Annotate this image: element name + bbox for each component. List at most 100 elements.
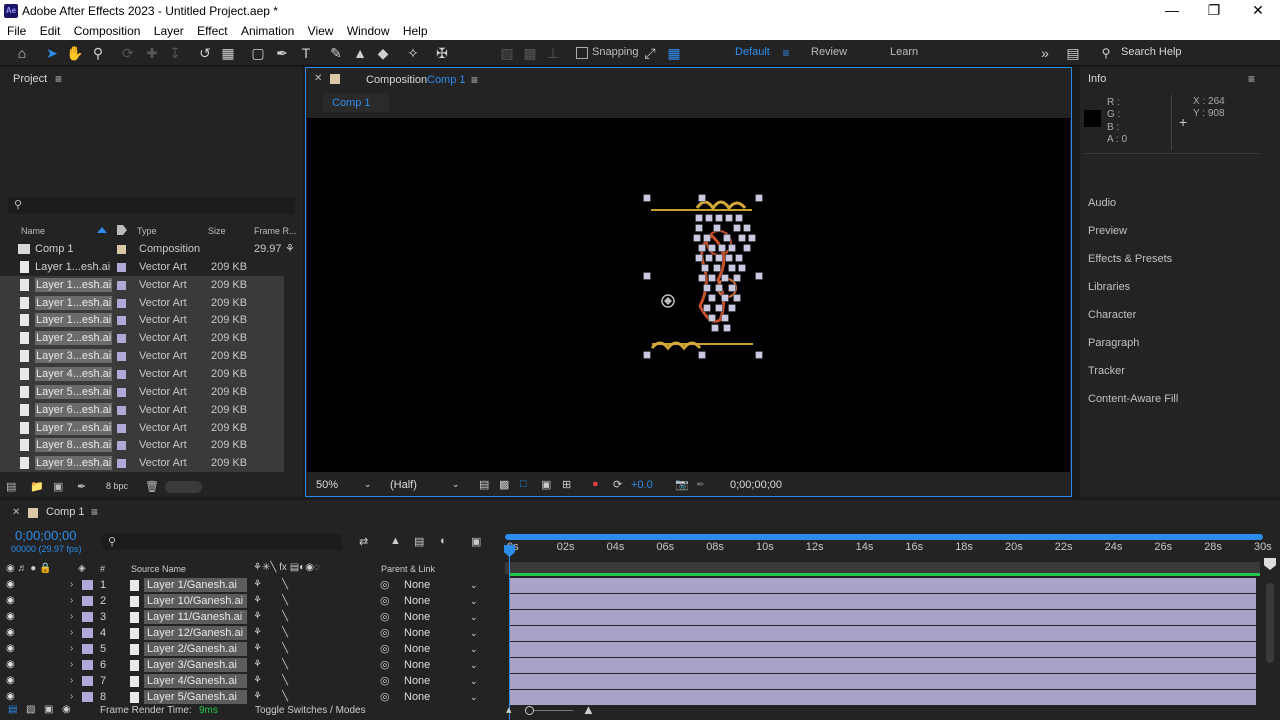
source-name-header[interactable]: Source Name: [131, 564, 186, 574]
composition-name-link[interactable]: Comp 1: [427, 68, 466, 92]
selection-handle[interactable]: [708, 274, 716, 282]
selection-handle[interactable]: [743, 224, 751, 232]
orbit-tool-icon[interactable]: ⟳: [118, 43, 138, 63]
layer-duration-bar[interactable]: [509, 674, 1256, 689]
project-item[interactable]: Layer 8...esh.ai Vector Art 209 KB: [0, 436, 284, 455]
project-item[interactable]: Layer 1...esh.ai Vector Art 209 KB: [0, 258, 284, 276]
search-help-input[interactable]: Search Help: [1121, 46, 1182, 58]
puppet-tool-icon[interactable]: ✠: [432, 43, 452, 63]
parent-dropdown[interactable]: None ⌄: [400, 674, 482, 688]
expand-chevron-icon[interactable]: ›: [70, 577, 73, 593]
selection-handle[interactable]: [715, 214, 723, 222]
comp-timecode[interactable]: 0;00;00;00: [730, 479, 782, 491]
layer-name[interactable]: Layer 4/Ganesh.ai: [144, 674, 247, 688]
shy-layers-icon[interactable]: ▤: [414, 535, 424, 548]
selection-handle[interactable]: [695, 224, 703, 232]
zoom-out-icon[interactable]: ▴: [506, 703, 512, 716]
project-item[interactable]: Layer 6...esh.ai Vector Art 209 KB: [0, 400, 284, 419]
type-tool-icon[interactable]: T: [296, 43, 316, 63]
workspace-default[interactable]: Default: [735, 46, 770, 58]
selection-handle[interactable]: [755, 351, 763, 359]
flowchart-icon[interactable]: ⚘: [285, 240, 295, 258]
timeline-layer-row[interactable]: ◉ › 7 Layer 4/Ganesh.ai ⚘ ╲ ◎ None ⌄: [0, 673, 505, 689]
visibility-eye-icon[interactable]: ◉: [6, 692, 17, 702]
selection-handle[interactable]: [695, 254, 703, 262]
parent-dropdown[interactable]: None ⌄: [400, 626, 482, 640]
layer-switches-pane-icon[interactable]: ▤: [8, 704, 17, 715]
selection-handle[interactable]: [755, 194, 763, 202]
comp-end-marker-icon[interactable]: [1264, 558, 1276, 570]
local-axis-icon[interactable]: ⊥: [543, 43, 563, 63]
visibility-eye-icon[interactable]: ◉: [6, 580, 17, 590]
project-item[interactable]: Layer 1...esh.ai Vector Art 209 KB: [0, 293, 284, 312]
selection-handle[interactable]: [708, 244, 716, 252]
graph-editor-icon[interactable]: ▣: [471, 535, 481, 548]
panel-paragraph[interactable]: Paragraph: [1088, 337, 1139, 349]
selection-handle[interactable]: [735, 254, 743, 262]
project-item[interactable]: Layer 5...esh.ai Vector Art 209 KB: [0, 382, 284, 401]
share-review-icon[interactable]: ▤: [1063, 43, 1083, 63]
project-search-input[interactable]: ⚲: [8, 197, 295, 214]
timeline-search-input[interactable]: ⚲: [102, 534, 342, 550]
collapse-transform-icon[interactable]: ⚘: [253, 593, 262, 609]
selection-handle[interactable]: [703, 304, 711, 312]
panel-menu-icon[interactable]: ≡: [55, 72, 62, 86]
composition-mini-flowchart-icon[interactable]: ⇄: [359, 535, 368, 548]
layer-name[interactable]: Layer 1/Ganesh.ai: [144, 578, 247, 592]
label-color-swatch[interactable]: [82, 676, 93, 686]
quality-icon[interactable]: ╲: [282, 609, 288, 625]
snapshot-icon[interactable]: 📷: [675, 478, 689, 491]
selection-handle[interactable]: [743, 244, 751, 252]
parent-dropdown[interactable]: None ⌄: [400, 610, 482, 624]
project-item[interactable]: Layer 1...esh.ai Vector Art 209 KB: [0, 311, 284, 330]
label-color-swatch[interactable]: [117, 369, 126, 379]
label-color-swatch[interactable]: [117, 280, 126, 290]
label-color-swatch[interactable]: [82, 612, 93, 622]
layer-name[interactable]: Layer 5/Ganesh.ai: [144, 690, 247, 704]
fast-previews-icon[interactable]: ▤: [479, 478, 489, 491]
selection-handle[interactable]: [733, 224, 741, 232]
visibility-eye-icon[interactable]: ◉: [6, 612, 17, 622]
selection-handle[interactable]: [715, 304, 723, 312]
panel-menu-icon[interactable]: ≡: [471, 73, 478, 87]
col-size[interactable]: Size: [208, 224, 226, 238]
menu-edit[interactable]: Edit: [40, 22, 61, 38]
selection-handle[interactable]: [723, 234, 731, 242]
modes-pane-icon[interactable]: ▧: [26, 704, 35, 715]
selection-handle[interactable]: [698, 194, 706, 202]
in-out-pane-icon[interactable]: ▣: [44, 704, 53, 715]
panel-content-aware-fill[interactable]: Content-Aware Fill: [1088, 393, 1178, 405]
label-color-swatch[interactable]: [117, 334, 126, 344]
panel-menu-icon[interactable]: ≡: [91, 505, 98, 519]
panel-libraries[interactable]: Libraries: [1088, 281, 1130, 293]
snap-features-icon[interactable]: ▦: [664, 43, 684, 63]
toggle-switches-modes-button[interactable]: Toggle Switches / Modes: [255, 705, 366, 716]
col-name[interactable]: Name: [21, 224, 45, 238]
selection-handle[interactable]: [695, 214, 703, 222]
playhead-line[interactable]: [509, 544, 510, 720]
collapse-transform-icon[interactable]: ⚘: [253, 689, 262, 705]
align-icon[interactable]: ▧: [497, 43, 517, 63]
selection-handle[interactable]: [738, 264, 746, 272]
close-panel-icon[interactable]: ✕: [12, 507, 20, 518]
new-folder-icon[interactable]: 📁: [30, 480, 44, 493]
label-color-swatch[interactable]: [82, 644, 93, 654]
selection-handle[interactable]: [728, 284, 736, 292]
selection-handle[interactable]: [701, 264, 709, 272]
pick-whip-icon[interactable]: ◎: [380, 625, 390, 641]
pick-whip-icon[interactable]: ◎: [380, 673, 390, 689]
work-area-bar[interactable]: [509, 573, 1260, 576]
quality-icon[interactable]: ╲: [282, 593, 288, 609]
timeline-layer-row[interactable]: ◉ › 2 Layer 10/Ganesh.ai ⚘ ╲ ◎ None ⌄: [0, 593, 505, 609]
expand-chevron-icon[interactable]: ›: [70, 609, 73, 625]
layer-name[interactable]: Layer 2/Ganesh.ai: [144, 642, 247, 656]
menu-animation[interactable]: Animation: [241, 22, 294, 38]
layer-duration-bar[interactable]: [509, 642, 1256, 657]
show-snapshot-icon[interactable]: ✒: [696, 478, 705, 491]
selection-handle[interactable]: [748, 234, 756, 242]
project-item[interactable]: Layer 2...esh.ai Vector Art 209 KB: [0, 329, 284, 348]
render-time-pane-icon[interactable]: ◉: [62, 704, 71, 715]
exposure-value[interactable]: +0.0: [631, 479, 653, 491]
parent-dropdown[interactable]: None ⌄: [400, 658, 482, 672]
pick-whip-icon[interactable]: ◎: [380, 689, 390, 705]
